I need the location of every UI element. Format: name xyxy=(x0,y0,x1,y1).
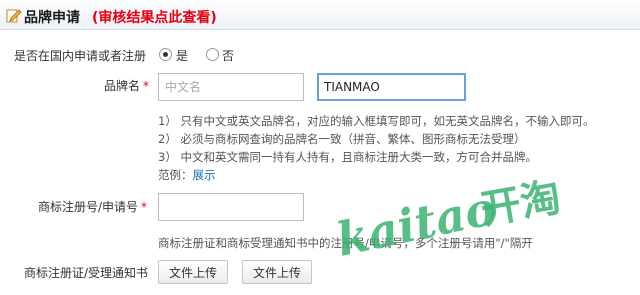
kaitao-watermark-logo: kaitao 开淘 xyxy=(332,174,564,265)
brand-name-label: 品牌名 * xyxy=(104,79,150,93)
watermark-latin: kaitao xyxy=(332,181,501,265)
upload-button-2[interactable]: 文件上传 xyxy=(242,260,313,284)
brand-hint-1: 1） 只有中文或英文品牌名，对应的输入框填写即可，如无英文品牌名，不输入即可。 xyxy=(158,114,595,128)
domestic-label: 是否在国内申请或者注册 xyxy=(14,49,147,63)
review-result-link[interactable]: (审核结果点此查看) xyxy=(92,7,217,27)
page-title: 品牌申请 xyxy=(24,10,80,26)
required-mark: * xyxy=(143,79,150,93)
example-link[interactable]: 展示 xyxy=(193,168,216,182)
brand-hint-2: 2） 必须与商标网查询的品牌名一致（拼音、繁体、图形商标无法受理） xyxy=(158,132,526,146)
edit-icon xyxy=(6,9,22,23)
example-row: 范例：展示 xyxy=(158,167,216,183)
page-header: 品牌申请 (审核结果点此查看) xyxy=(0,0,640,30)
upload-button-1[interactable]: 文件上传 xyxy=(158,260,229,284)
required-mark: * xyxy=(141,200,148,214)
domestic-no-label[interactable]: 否 xyxy=(222,47,234,64)
domestic-yes-label[interactable]: 是 xyxy=(176,47,188,64)
domestic-yes-radio[interactable] xyxy=(159,48,172,61)
brand-name-en-input[interactable] xyxy=(317,73,466,101)
watermark-cn: 开淘 xyxy=(477,174,564,233)
brand-name-cn-input[interactable] xyxy=(158,73,304,101)
certificate-label: 商标注册证/受理通知书 xyxy=(24,266,149,280)
reg-no-label: 商标注册号/申请号 * xyxy=(38,200,148,214)
domestic-no-radio[interactable] xyxy=(206,48,219,61)
example-label: 范例： xyxy=(158,168,193,182)
reg-no-input[interactable] xyxy=(158,193,304,221)
